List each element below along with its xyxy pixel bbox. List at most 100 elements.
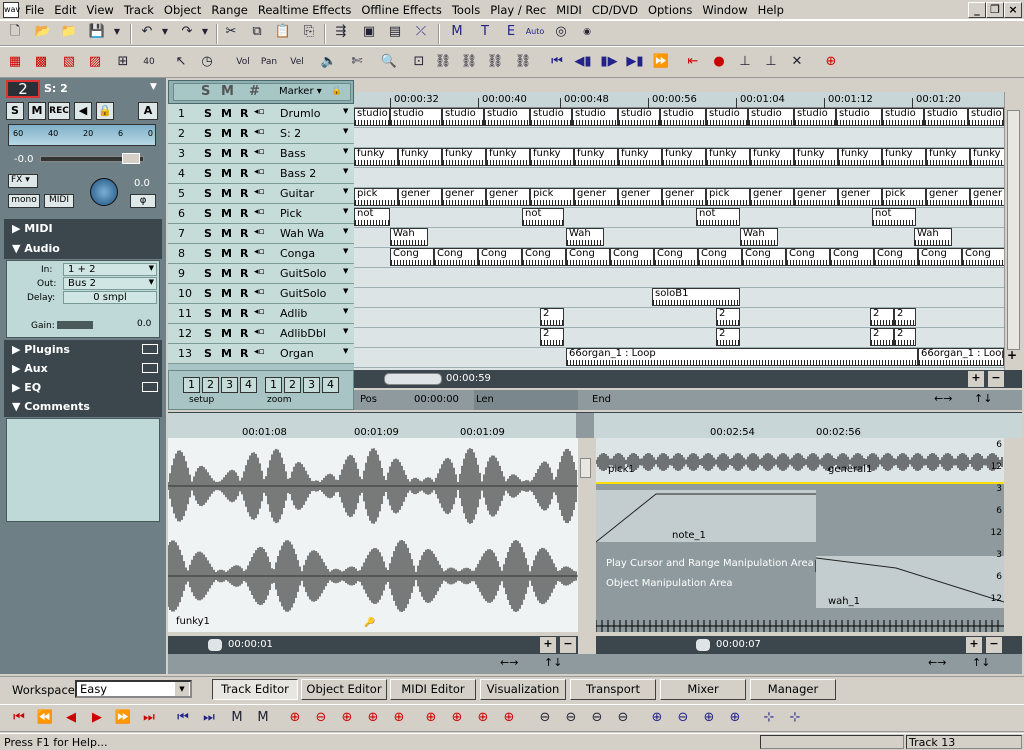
zoom-all-icon[interactable]: ⊕ (336, 707, 358, 729)
audio-clip[interactable]: Wah (740, 228, 778, 246)
track-name[interactable]: GuitSolo (280, 287, 326, 300)
speaker-icon[interactable]: ◂▫ (254, 287, 265, 297)
audio-clip[interactable]: studio (968, 108, 1004, 126)
zoom-range-icon[interactable]: ⊕ (362, 707, 384, 729)
zoom-button-3[interactable]: 3 (303, 377, 320, 393)
comments-section-header[interactable]: ▼ Comments (4, 397, 162, 417)
chevron-down-icon[interactable]: ▼ (343, 127, 348, 135)
fx-button[interactable]: FX ▾ (8, 174, 38, 188)
solo-button[interactable]: S (6, 102, 24, 120)
dvd-icon[interactable]: ◉ (576, 21, 598, 43)
tab-transport[interactable]: Transport (570, 679, 656, 700)
audio-clip[interactable]: funky (486, 148, 530, 166)
track-solo-button[interactable]: S (204, 287, 212, 300)
audio-clip[interactable]: 66organ_1 : Loop (566, 348, 918, 366)
track-solo-button[interactable]: S (204, 127, 212, 140)
track-lane[interactable] (354, 268, 1004, 288)
setup-button-1[interactable]: 1 (183, 377, 200, 393)
zoom-1s-icon[interactable]: ⊕ (420, 707, 442, 729)
monitor-icon[interactable]: ◀ (74, 102, 92, 120)
view-arranger-icon[interactable]: ▦ (4, 51, 26, 73)
track-record-button[interactable]: R (240, 287, 248, 300)
aux-section-header[interactable]: ▶ Aux (4, 359, 162, 379)
audio-clip[interactable]: studio (442, 108, 484, 126)
mute-all-button[interactable]: M (221, 84, 234, 99)
track-mute-button[interactable]: M (221, 307, 232, 320)
menu-cd-dvd[interactable]: CD/DVD (587, 0, 643, 17)
pos-value[interactable]: 00:00:00 (414, 394, 459, 405)
audio-clip[interactable]: Cong (566, 248, 610, 266)
track-row[interactable]: 6 S M R ◂▫ Pick ▼ (168, 204, 354, 224)
zoom-s2-icon[interactable]: ⊖ (560, 707, 582, 729)
zoom-s1-icon[interactable]: ⊖ (534, 707, 556, 729)
track-lane[interactable] (354, 168, 1004, 188)
track-row[interactable]: 5 S M R ◂▫ Guitar ▼ (168, 184, 354, 204)
pan-knob[interactable] (90, 178, 118, 206)
audio-clip[interactable]: gener (662, 188, 706, 206)
track-solo-button[interactable]: S (204, 347, 212, 360)
rewind-icon[interactable]: ⏪ (34, 707, 56, 729)
audio-clip[interactable]: studio (924, 108, 968, 126)
track-name[interactable]: Pick (280, 207, 302, 220)
copy-icon[interactable]: ⧉ (246, 21, 268, 43)
track-solo-button[interactable]: S (204, 147, 212, 160)
play-icon[interactable]: ▶ (86, 707, 108, 729)
scroll-horizontal-icon[interactable]: ←→ (934, 392, 952, 405)
marker-icon[interactable]: ⊡ (408, 51, 430, 73)
audio-clip[interactable]: funky (750, 148, 794, 166)
left-zoom-in-button[interactable]: + (540, 637, 556, 653)
snap-icon[interactable]: ⇶ (330, 21, 352, 43)
track-record-button[interactable]: R (240, 227, 248, 240)
vzoom-sel-icon[interactable]: ⊕ (724, 707, 746, 729)
menu-options[interactable]: Options (643, 0, 697, 17)
paste-special-icon[interactable]: ⎘ (298, 21, 320, 43)
key-icon[interactable]: 🔑 (364, 618, 375, 628)
chevron-down-icon[interactable]: ▼ (343, 187, 348, 195)
audio-clip[interactable]: gener (618, 188, 662, 206)
right-zoom-out-button[interactable]: − (986, 637, 1002, 653)
track-record-button[interactable]: R (240, 267, 248, 280)
chevron-down-icon[interactable]: ▼ (343, 327, 348, 335)
track-solo-button[interactable]: S (204, 167, 212, 180)
menu-range[interactable]: Range (206, 0, 252, 17)
track-name[interactable]: AdlibDbl (280, 327, 326, 340)
audio-clip[interactable]: not (872, 208, 916, 226)
audio-clip[interactable]: studio (572, 108, 618, 126)
chevron-down-icon[interactable]: ▼ (343, 347, 348, 355)
step-icon[interactable]: ▶▮ (624, 51, 646, 73)
audio-clip[interactable]: studio (660, 108, 706, 126)
menu-view[interactable]: View (82, 0, 119, 17)
zoom-button-2[interactable]: 2 (284, 377, 301, 393)
fast-forward-icon[interactable]: ⏩ (650, 51, 672, 73)
audio-clip[interactable]: pick (882, 188, 926, 206)
audio-clip[interactable]: studio (354, 108, 390, 126)
track-solo-button[interactable]: S (204, 227, 212, 240)
audio-clip[interactable]: funky (398, 148, 442, 166)
track-lane[interactable] (354, 128, 1004, 148)
set-marker-icon[interactable]: ⇤ (682, 51, 704, 73)
automation-button[interactable]: A (138, 102, 158, 120)
track-mute-button[interactable]: M (221, 347, 232, 360)
clip-general1[interactable]: general1 (828, 464, 872, 475)
output-select[interactable]: Bus 2 ▼ (63, 277, 157, 290)
setup-button-3[interactable]: 3 (221, 377, 238, 393)
speaker-icon[interactable]: ◂▫ (254, 247, 265, 257)
grid-icon[interactable]: ⊞ (112, 51, 134, 73)
track-name[interactable]: Guitar (280, 187, 314, 200)
left-scroll-horizontal-icon[interactable]: ←→ (500, 656, 518, 669)
audio-clip[interactable]: funky (662, 148, 706, 166)
tab-object-editor[interactable]: Object Editor (301, 679, 387, 700)
group-icon[interactable]: ▣ (358, 21, 380, 43)
track-row[interactable]: 11 S M R ◂▫ Adlib ▼ (168, 304, 354, 324)
zoom-s3-icon[interactable]: ⊖ (586, 707, 608, 729)
link4-icon[interactable]: ⛓ (512, 51, 534, 73)
audio-clip[interactable]: funky (970, 148, 1004, 166)
audio-clip[interactable]: Cong (874, 248, 918, 266)
tab-midi-editor[interactable]: MIDI Editor (390, 679, 476, 700)
speaker-icon[interactable]: ◂▫ (254, 207, 265, 217)
track-row[interactable]: 1 S M R ◂▫ Drumlo ▼ (168, 104, 354, 124)
audio-clip[interactable]: funky (706, 148, 750, 166)
menu-midi[interactable]: MIDI (551, 0, 587, 17)
chevron-down-icon[interactable]: ▼ (343, 147, 348, 155)
menu-edit[interactable]: Edit (49, 0, 81, 17)
